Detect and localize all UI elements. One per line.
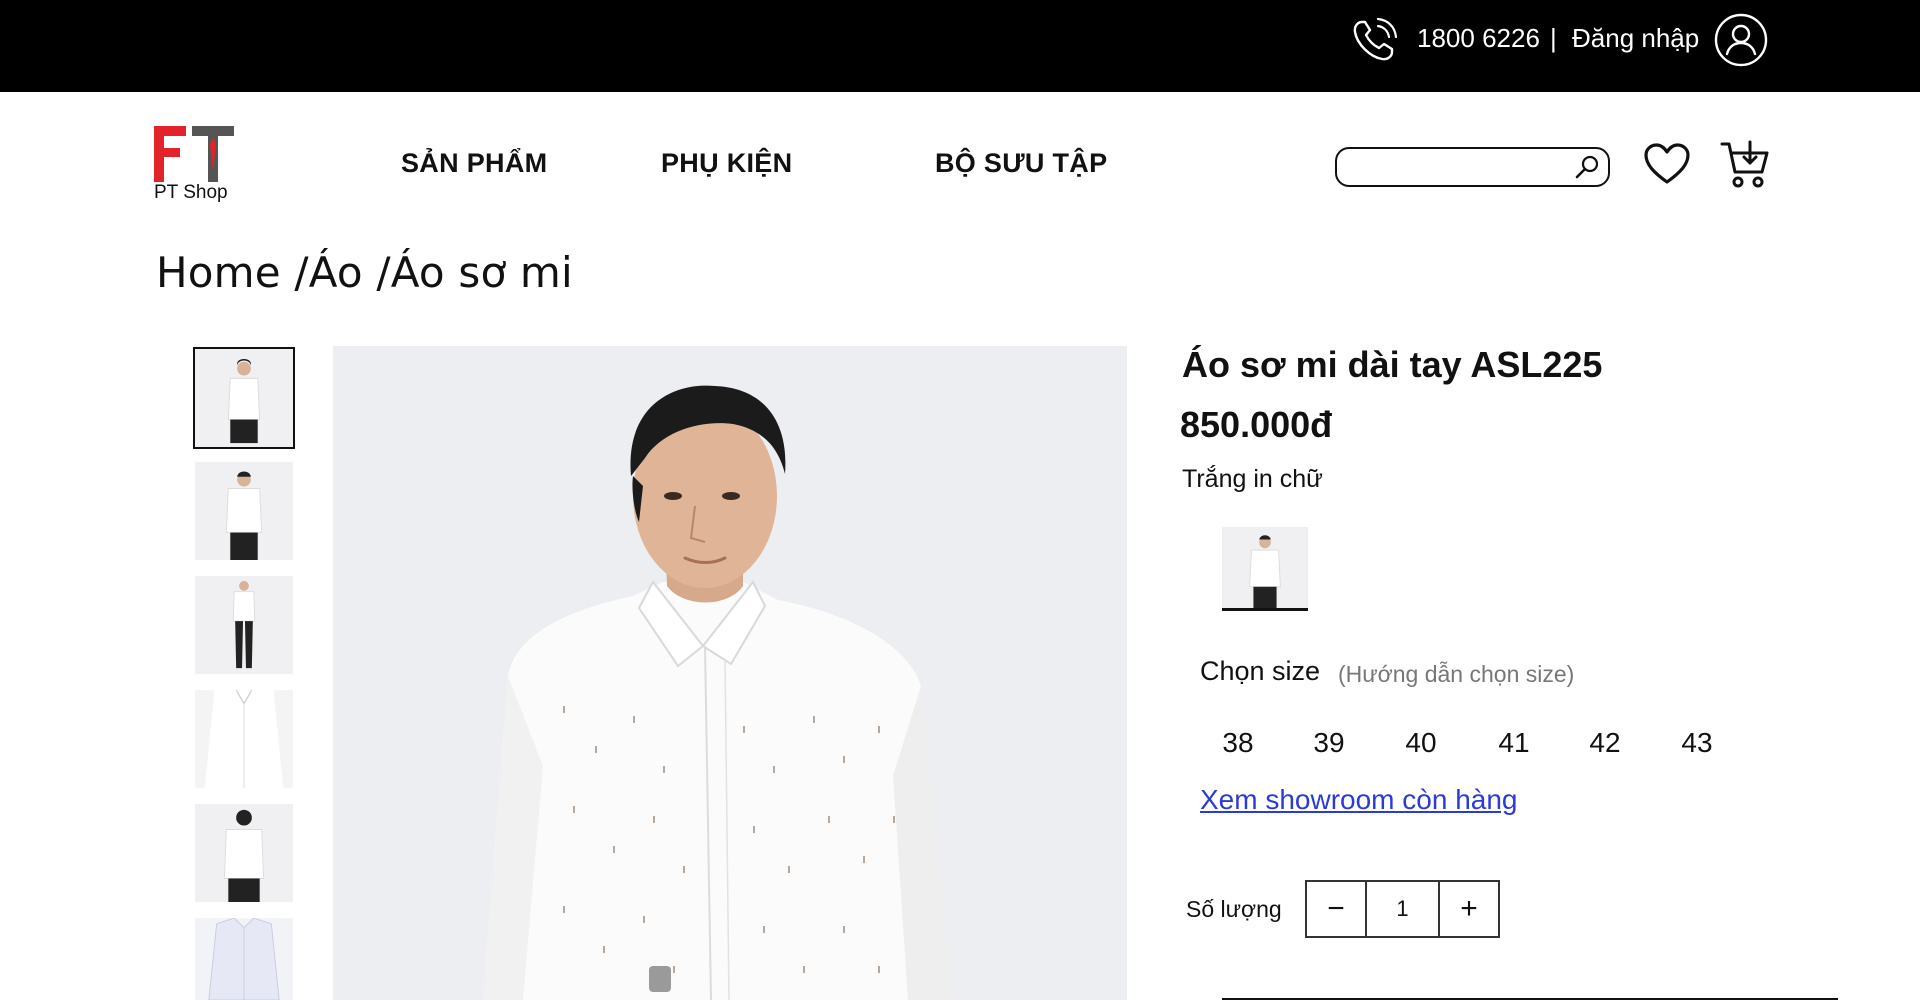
user-avatar-icon[interactable] bbox=[1714, 13, 1768, 67]
product-thumbnail[interactable] bbox=[195, 690, 293, 788]
logo-text: PT Shop bbox=[154, 182, 228, 203]
nav-bo-suu-tap[interactable]: BỘ SƯU TẬP bbox=[935, 148, 1107, 179]
top-bar: 1800 6226 | Đăng nhập bbox=[0, 0, 1920, 92]
quantity-stepper: − + bbox=[1305, 880, 1500, 938]
color-swatch[interactable] bbox=[1222, 527, 1308, 611]
product-price: 850.000đ bbox=[1180, 404, 1333, 445]
login-link[interactable]: Đăng nhập bbox=[1572, 22, 1699, 54]
model-photo-front bbox=[195, 462, 293, 560]
size-option-41[interactable]: 41 bbox=[1494, 727, 1534, 759]
quantity-label: Số lượng bbox=[1186, 896, 1282, 922]
color-swatch-photo bbox=[1223, 527, 1307, 608]
shirt-flat-photo bbox=[195, 918, 293, 1000]
size-label: Chọn size bbox=[1200, 656, 1321, 686]
size-guide-link[interactable]: (Hướng dẫn chọn size) bbox=[1338, 661, 1574, 688]
product-thumbnail[interactable] bbox=[193, 347, 295, 449]
size-option-38[interactable]: 38 bbox=[1218, 727, 1258, 759]
breadcrumb-home[interactable]: Home bbox=[156, 248, 294, 297]
quantity-decrease-button[interactable]: − bbox=[1307, 882, 1367, 936]
product-thumbnail[interactable] bbox=[195, 462, 293, 560]
model-photo-back bbox=[195, 804, 293, 902]
model-photo-full bbox=[195, 576, 293, 674]
hotline-number[interactable]: 1800 6226 bbox=[1417, 22, 1540, 54]
nav-phu-kien[interactable]: PHỤ KIỆN bbox=[661, 148, 792, 179]
selected-color-name: Trắng in chữ bbox=[1182, 465, 1323, 493]
main-product-image[interactable] bbox=[333, 346, 1127, 1000]
search-input[interactable] bbox=[1349, 154, 1559, 180]
quantity-increase-button[interactable]: + bbox=[1438, 882, 1498, 936]
size-option-43[interactable]: 43 bbox=[1677, 727, 1717, 759]
product-thumbnail[interactable] bbox=[195, 918, 293, 1000]
nav-san-pham[interactable]: SẢN PHẨM bbox=[401, 148, 547, 179]
breadcrumb-ao[interactable]: /Áo bbox=[294, 248, 376, 297]
breadcrumb-ao-so-mi[interactable]: /Áo sơ mi bbox=[376, 248, 573, 297]
size-option-39[interactable]: 39 bbox=[1309, 727, 1349, 759]
heart-icon[interactable] bbox=[1643, 142, 1691, 186]
breadcrumb: Home /Áo /Áo sơ mi bbox=[156, 248, 573, 297]
search-icon[interactable] bbox=[1574, 154, 1600, 180]
topbar-separator: | bbox=[1550, 23, 1557, 53]
product-title: Áo sơ mi dài tay ASL225 bbox=[1182, 344, 1603, 385]
cart-icon[interactable] bbox=[1720, 140, 1770, 190]
size-option-42[interactable]: 42 bbox=[1585, 727, 1625, 759]
product-thumbnail[interactable] bbox=[195, 804, 293, 902]
showroom-availability-link[interactable]: Xem showroom còn hàng bbox=[1200, 784, 1518, 816]
shirt-detail-photo bbox=[195, 690, 293, 788]
product-thumbnail[interactable] bbox=[195, 576, 293, 674]
quantity-input[interactable] bbox=[1369, 882, 1436, 936]
phone-icon[interactable] bbox=[1348, 14, 1400, 66]
model-photo-front bbox=[195, 349, 293, 447]
size-option-40[interactable]: 40 bbox=[1401, 727, 1441, 759]
model-photo-main bbox=[333, 346, 1127, 1000]
search-box bbox=[1335, 147, 1610, 187]
